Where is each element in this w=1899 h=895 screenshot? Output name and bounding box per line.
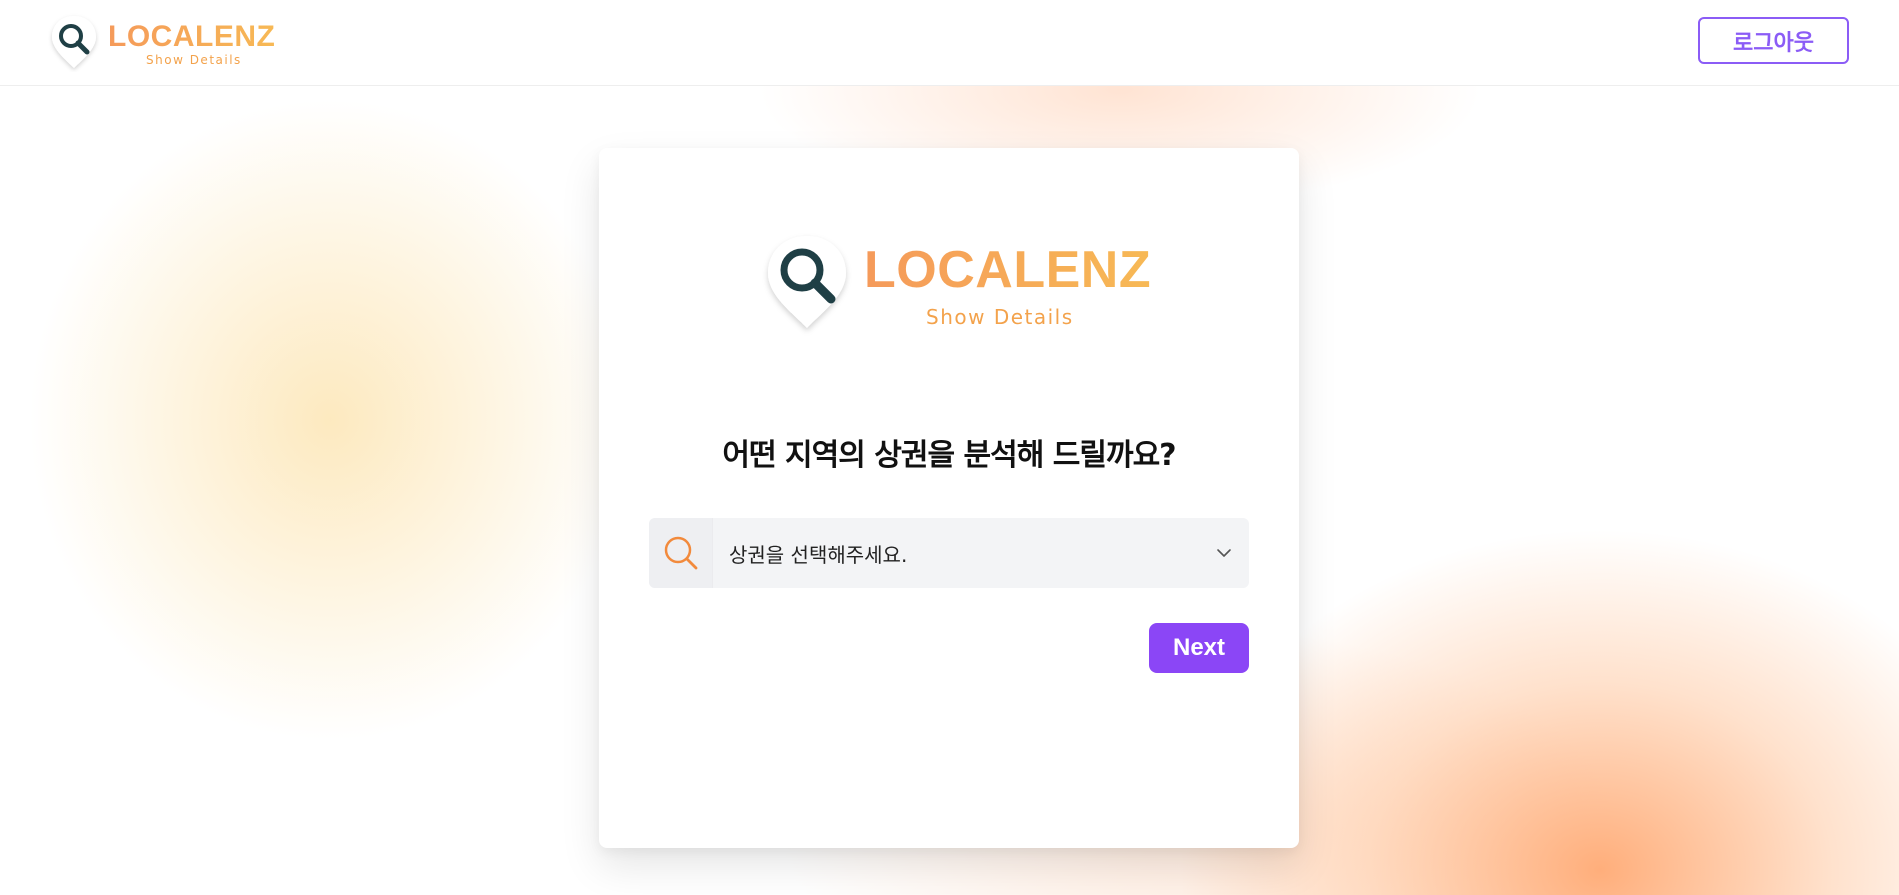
search-icon <box>664 536 697 570</box>
top-header: LOCALENZ Show Details 로그아웃 <box>0 0 1899 86</box>
select-value: 상권을 선택해주세요. <box>729 542 908 567</box>
main-card: LOCALENZ Show Details 어떤 지역의 상권을 분석해 드릴까… <box>599 148 1299 848</box>
logout-button[interactable]: 로그아웃 <box>1698 17 1849 64</box>
logo-wordmark: LOCALENZ <box>108 20 276 53</box>
select-icon-box <box>649 518 713 588</box>
logo-pin-icon <box>52 16 96 68</box>
district-select[interactable]: 상권을 선택해주세요. <box>649 518 1249 588</box>
page-title: 어떤 지역의 상권을 분석해 드릴까요? <box>722 438 1176 473</box>
chevron-down-icon[interactable] <box>1199 548 1249 558</box>
logo-wordmark: LOCALENZ <box>864 241 1152 299</box>
card-logo: LOCALENZ Show Details <box>762 228 1151 338</box>
logo-tagline: Show Details <box>926 305 1074 329</box>
logo-pin-icon <box>768 236 846 328</box>
next-button[interactable]: Next <box>1149 623 1249 673</box>
logo-tagline: Show Details <box>146 53 242 67</box>
header-logo[interactable]: LOCALENZ Show Details <box>48 12 278 72</box>
